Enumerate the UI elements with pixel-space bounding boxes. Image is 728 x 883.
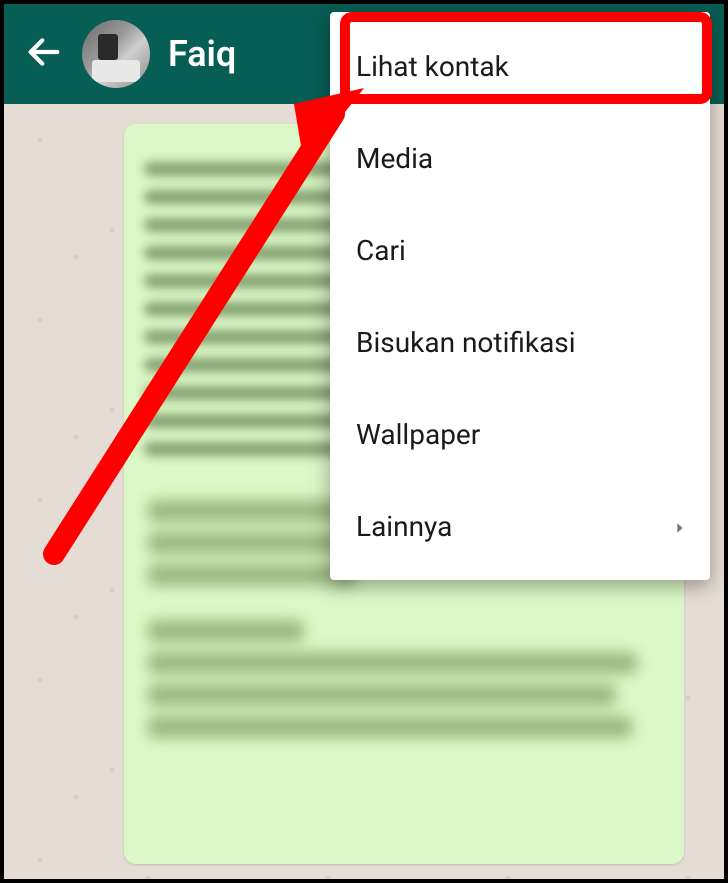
menu-item-mute-notifications[interactable]: Bisukan notifikasi: [330, 296, 710, 388]
contact-name[interactable]: Faiq: [168, 33, 236, 75]
back-arrow-icon[interactable]: [24, 32, 64, 76]
menu-item-more[interactable]: Lainnya: [330, 480, 710, 572]
menu-item-label: Bisukan notifikasi: [356, 326, 576, 359]
menu-item-label: Cari: [356, 234, 406, 267]
chevron-right-icon: [672, 510, 688, 543]
menu-item-media[interactable]: Media: [330, 112, 710, 204]
contact-avatar[interactable]: [82, 20, 150, 88]
menu-item-label: Wallpaper: [356, 418, 480, 451]
menu-item-label: Lihat kontak: [356, 50, 509, 83]
menu-item-wallpaper[interactable]: Wallpaper: [330, 388, 710, 480]
menu-item-view-contact[interactable]: Lihat kontak: [330, 20, 710, 112]
app-frame: Faiq Lihat k: [4, 4, 724, 879]
menu-item-label: Media: [356, 142, 433, 175]
overflow-menu: Lihat kontak Media Cari Bisukan notifika…: [330, 12, 710, 580]
menu-item-search[interactable]: Cari: [330, 204, 710, 296]
menu-item-label: Lainnya: [356, 510, 452, 543]
